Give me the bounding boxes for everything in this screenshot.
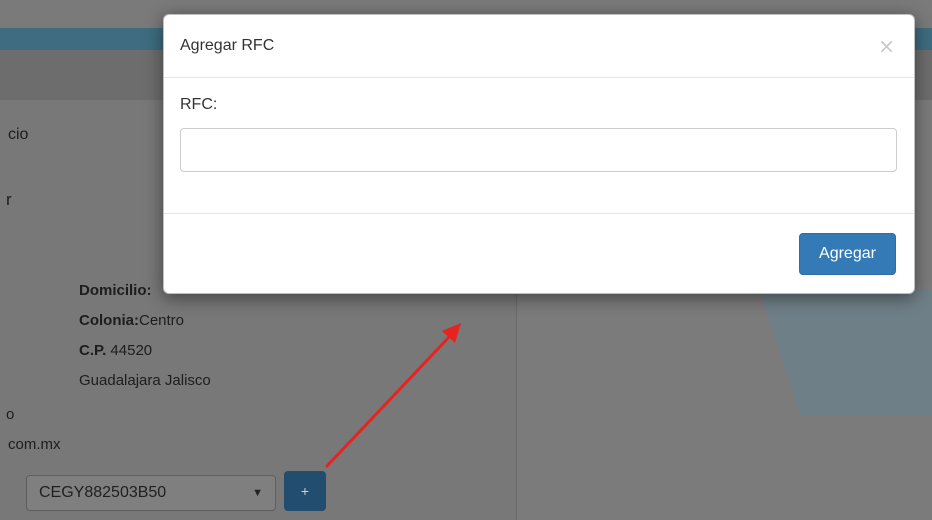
add-rfc-modal: Agregar RFC × RFC: Agregar xyxy=(163,14,915,294)
add-rfc-button[interactable]: + xyxy=(284,471,326,511)
heading-fragment-inicio: cio xyxy=(8,126,29,143)
rfc-label: RFC: xyxy=(180,96,218,113)
email-fragment: com.mx xyxy=(8,436,61,453)
rfc-select[interactable]: CEGY882503B50 ▼ xyxy=(26,475,276,511)
colonia-value: Centro xyxy=(139,312,185,329)
modal-header: Agregar RFC × xyxy=(164,15,914,78)
cp-line: C.P. 44520 xyxy=(79,342,152,359)
colonia-line: Colonia:Centro xyxy=(79,312,184,329)
rfc-input[interactable] xyxy=(180,128,897,172)
text-fragment-o: o xyxy=(6,406,15,423)
rfc-select-value: CEGY882503B50 xyxy=(39,484,167,501)
domicilio-line: Domicilio: xyxy=(79,282,152,299)
close-icon[interactable]: × xyxy=(878,36,895,56)
colonia-label: Colonia: xyxy=(79,312,139,329)
heading-fragment-r: r xyxy=(6,190,12,209)
cp-value: 44520 xyxy=(110,342,153,359)
modal-footer: Agregar xyxy=(164,214,914,293)
modal-title: Agregar RFC xyxy=(180,37,275,54)
city-line: Guadalajara Jalisco xyxy=(79,372,211,389)
agregar-button[interactable]: Agregar xyxy=(799,232,896,275)
modal-body: RFC: xyxy=(164,78,914,214)
domicilio-label: Domicilio: xyxy=(79,282,152,299)
chevron-down-icon: ▼ xyxy=(252,487,263,499)
cp-label: C.P. xyxy=(79,342,107,359)
